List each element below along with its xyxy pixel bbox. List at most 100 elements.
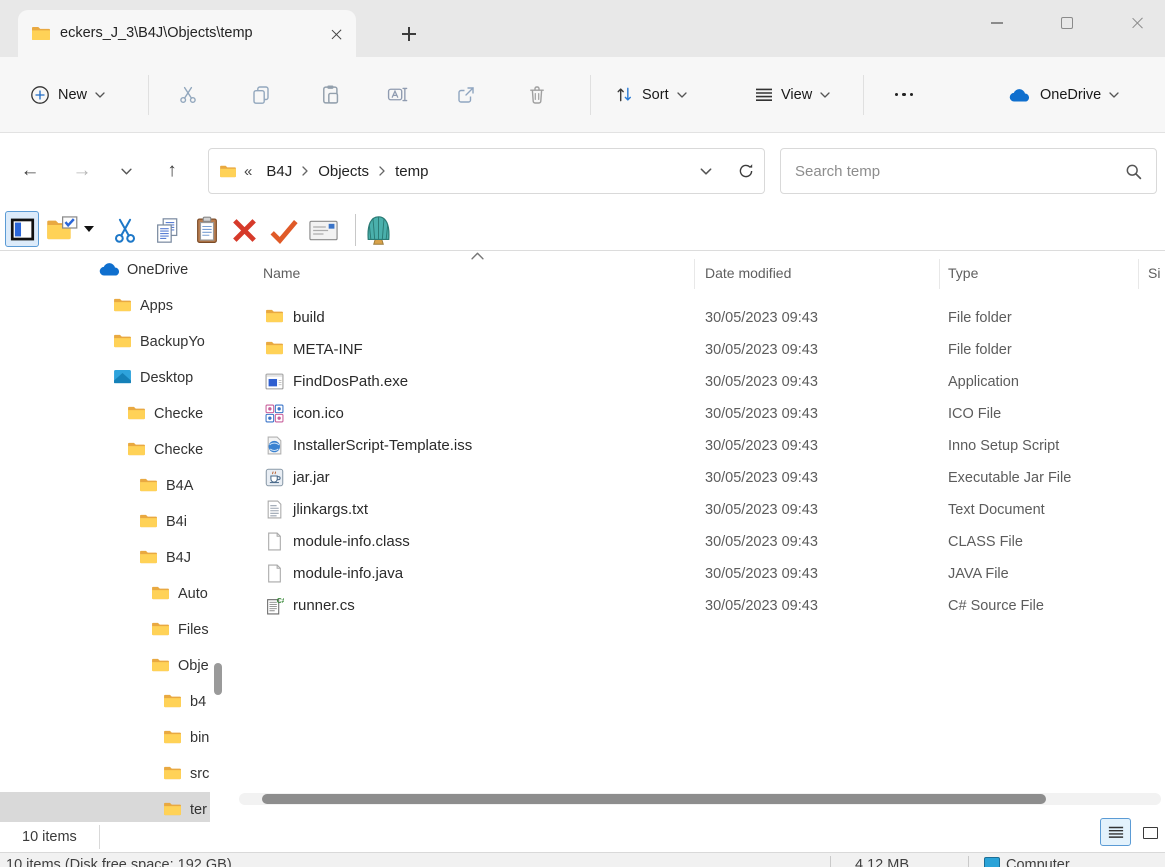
breadcrumb-b4j[interactable]: B4J [259, 163, 299, 180]
search-box[interactable] [780, 148, 1157, 194]
sidebar-scrollbar-thumb[interactable] [214, 663, 222, 695]
sidebar-item-bin[interactable]: bin [0, 720, 212, 756]
file-row-runner-cs[interactable]: runner.cs 30/05/2023 09:43 C# Source Fil… [235, 590, 1165, 622]
address-dropdown-icon[interactable] [700, 168, 712, 175]
address-bar[interactable]: « B4J Objects temp [208, 148, 765, 194]
sidebar-item-temp-selected[interactable]: ter [0, 792, 210, 822]
column-separator[interactable] [939, 259, 940, 289]
file-date: 30/05/2023 09:43 [705, 598, 818, 614]
back-button[interactable]: ← [10, 151, 50, 191]
chevron-right-icon[interactable] [302, 166, 308, 176]
column-header-date-modified[interactable]: Date modified [705, 251, 791, 295]
envelope-button[interactable] [308, 219, 339, 242]
column-separator[interactable] [1138, 259, 1139, 289]
file-date: 30/05/2023 09:43 [705, 406, 818, 422]
cut-classic-button[interactable] [112, 217, 138, 244]
chevron-up-icon[interactable] [471, 252, 484, 260]
file-row-jar[interactable]: jar.jar 30/05/2023 09:43 Executable Jar … [235, 462, 1165, 494]
folder-icon [139, 513, 158, 528]
folder-icon [163, 801, 182, 816]
minimize-button[interactable] [974, 4, 1020, 42]
up-button[interactable]: ↑ [152, 151, 192, 191]
folder-check-button[interactable] [46, 215, 78, 241]
desktop-icon [113, 369, 132, 384]
copy-button[interactable] [239, 73, 283, 117]
classic-status-strip: 10 items (Disk free space: 192 GB) 4.12 … [0, 852, 1165, 867]
strip-divider [830, 856, 831, 867]
panel-toggle-button[interactable] [5, 211, 39, 247]
breadcrumb-temp[interactable]: temp [388, 163, 435, 180]
shell-button[interactable] [364, 215, 393, 246]
file-row-installerscript[interactable]: InstallerScript-Template.iss 30/05/2023 … [235, 430, 1165, 462]
file-type: File folder [948, 310, 1012, 326]
explorer-tab[interactable]: eckers_J_3\B4J\Objects\temp [18, 10, 356, 57]
sidebar-item-auto[interactable]: Auto [0, 576, 212, 612]
folder-icon [127, 441, 146, 456]
sidebar-item-onedrive[interactable]: OneDrive [0, 252, 212, 288]
file-name: module-info.java [293, 565, 404, 582]
copy-classic-button[interactable] [154, 217, 181, 244]
confirm-button[interactable] [268, 218, 300, 244]
rename-button[interactable] [375, 73, 419, 117]
search-input[interactable] [795, 162, 1125, 180]
disk-free-space-text: 10 items (Disk free space: 192 GB) [6, 857, 232, 867]
sidebar-item-b4i[interactable]: B4i [0, 504, 212, 540]
breadcrumb-objects[interactable]: Objects [311, 163, 376, 180]
chevron-right-icon[interactable] [379, 166, 385, 176]
file-row-module-info-java[interactable]: module-info.java 30/05/2023 09:43 JAVA F… [235, 558, 1165, 590]
sidebar-item-checkers-2[interactable]: Checke [0, 432, 212, 468]
breadcrumb-overflow[interactable]: « [237, 163, 259, 180]
sidebar-item-label: B4J [166, 550, 191, 566]
sidebar-item-src[interactable]: src [0, 756, 212, 792]
file-row-finddospath[interactable]: FindDosPath.exe 30/05/2023 09:43 Applica… [235, 366, 1165, 398]
sidebar-item-backupyo[interactable]: BackupYo [0, 324, 212, 360]
location-text: Computer [1006, 857, 1070, 867]
cut-button[interactable] [166, 73, 210, 117]
paste-button[interactable] [308, 73, 352, 117]
sort-button[interactable]: Sort [605, 73, 697, 117]
file-row-module-info-class[interactable]: module-info.class 30/05/2023 09:43 CLASS… [235, 526, 1165, 558]
file-row-meta-inf[interactable]: META-INF 30/05/2023 09:43 File folder [235, 334, 1165, 366]
file-row-build[interactable]: build 30/05/2023 09:43 File folder [235, 302, 1165, 334]
sidebar-item-objects[interactable]: Obje [0, 648, 212, 684]
new-button[interactable]: New [20, 73, 115, 117]
sidebar-item-checkers-1[interactable]: Checke [0, 396, 212, 432]
new-tab-button[interactable] [396, 21, 422, 47]
refresh-icon[interactable] [738, 163, 754, 179]
column-header-type[interactable]: Type [948, 251, 978, 295]
content-view-button[interactable] [1137, 821, 1163, 845]
sidebar-item-desktop[interactable]: Desktop [0, 360, 212, 396]
maximize-button[interactable] [1044, 4, 1090, 42]
forward-button[interactable]: → [62, 151, 102, 191]
sidebar-item-apps[interactable]: Apps [0, 288, 212, 324]
column-header-size[interactable]: Si [1148, 251, 1160, 295]
sidebar-item-b4a[interactable]: B4A [0, 468, 212, 504]
delete-button[interactable] [515, 73, 559, 117]
see-more-button[interactable] [882, 73, 926, 117]
copy-docs-icon [154, 217, 181, 244]
sidebar-item-b4j[interactable]: B4J [0, 540, 212, 576]
file-row-jlinkargs[interactable]: jlinkargs.txt 30/05/2023 09:43 Text Docu… [235, 494, 1165, 526]
sidebar-item-files[interactable]: Files [0, 612, 212, 648]
onedrive-button[interactable]: OneDrive [998, 73, 1129, 117]
cancel-button[interactable] [230, 216, 259, 245]
file-date: 30/05/2023 09:43 [705, 438, 818, 454]
sidebar-item-b4x[interactable]: b4 [0, 684, 212, 720]
view-button[interactable]: View [745, 73, 840, 117]
horizontal-scrollbar-thumb[interactable] [262, 794, 1046, 804]
close-window-button[interactable] [1114, 4, 1160, 42]
tab-close-button[interactable] [324, 22, 348, 46]
text-doc-icon [265, 500, 284, 519]
file-row-icon-ico[interactable]: icon.ico 30/05/2023 09:43 ICO File [235, 398, 1165, 430]
toolbar-divider [863, 75, 864, 115]
folder-check-dropdown[interactable] [84, 226, 94, 232]
share-button[interactable] [444, 73, 488, 117]
address-row: ← → ↑ « B4J Objects temp [0, 133, 1165, 209]
paste-classic-button[interactable] [194, 216, 220, 244]
file-name: InstallerScript-Template.iss [293, 437, 473, 454]
details-view-button[interactable] [1100, 818, 1131, 846]
column-header-name[interactable]: Name [263, 251, 300, 295]
recent-locations-button[interactable] [106, 151, 146, 191]
tab-title: eckers_J_3\B4J\Objects\temp [60, 25, 253, 41]
column-separator[interactable] [694, 259, 695, 289]
